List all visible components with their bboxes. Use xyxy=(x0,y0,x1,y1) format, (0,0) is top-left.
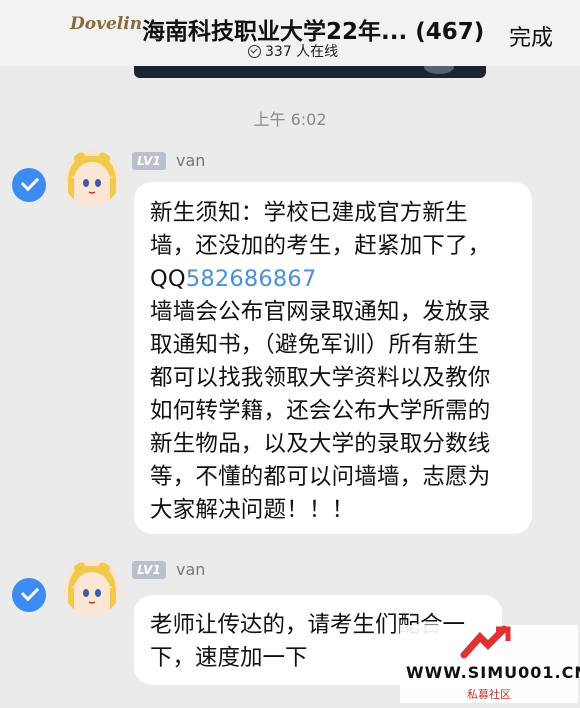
online-count-text: 337 人在线 xyxy=(265,44,339,60)
group-logo: Dovelin xyxy=(70,14,143,34)
message-line: 都可以找我领取大学资料以及教你 xyxy=(150,365,491,391)
online-count: 337 人在线 xyxy=(248,41,338,61)
message-line: 墙墙会公布官网录取通知，发放录 xyxy=(150,299,491,325)
sender-name[interactable]: van xyxy=(176,560,205,579)
message-timestamp: 上午 6:02 xyxy=(253,110,327,129)
check-circle-icon xyxy=(248,44,261,58)
select-checkbox[interactable] xyxy=(12,578,46,612)
message-line: 墙，还没加的考生，赶紧加下了， xyxy=(150,233,491,259)
avatar[interactable] xyxy=(64,560,120,616)
done-button[interactable]: 完成 xyxy=(509,20,553,52)
sender-name[interactable]: van xyxy=(176,151,205,170)
pinned-media-banner[interactable] xyxy=(134,66,486,78)
watermark-text: WWW.SIMU001.CN xyxy=(406,663,580,682)
level-badge: LV1 xyxy=(132,152,166,170)
watermark-logo-icon xyxy=(460,625,511,659)
message-line: 等，不懂的都可以问墙墙，志愿为 xyxy=(150,464,491,490)
avatar-image xyxy=(64,560,120,616)
avatar-image xyxy=(64,150,120,206)
message-line: 新生须知：学校已建成官方新生 xyxy=(150,200,468,226)
watermark-subtext: 私募社区 xyxy=(467,688,511,701)
level-badge: LV1 xyxy=(132,561,166,579)
message-line: 大家解决问题！！！ xyxy=(150,497,355,523)
message-line: 取通知书，（避免军训）所有新生 xyxy=(150,332,480,358)
avatar[interactable] xyxy=(64,150,120,206)
message-line: 如何转学籍，还会公布大学所需的 xyxy=(150,398,491,424)
qq-number-link[interactable]: 582686867 xyxy=(186,266,317,292)
message-bubble[interactable]: 新生须知：学校已建成官方新生 墙，还没加的考生，赶紧加下了， QQ5826868… xyxy=(134,182,532,534)
select-checkbox[interactable] xyxy=(12,168,46,202)
message-line: QQ582686867 xyxy=(150,263,518,296)
message-line: 新生物品，以及大学的录取分数线 xyxy=(150,431,491,457)
chat-header: Dovelin 海南科技职业大学22年... (467) 337 人在线 完成 xyxy=(0,0,580,66)
qq-prefix: QQ xyxy=(150,266,186,292)
watermark: WWW.SIMU001.CN 私募社区 xyxy=(400,625,580,703)
